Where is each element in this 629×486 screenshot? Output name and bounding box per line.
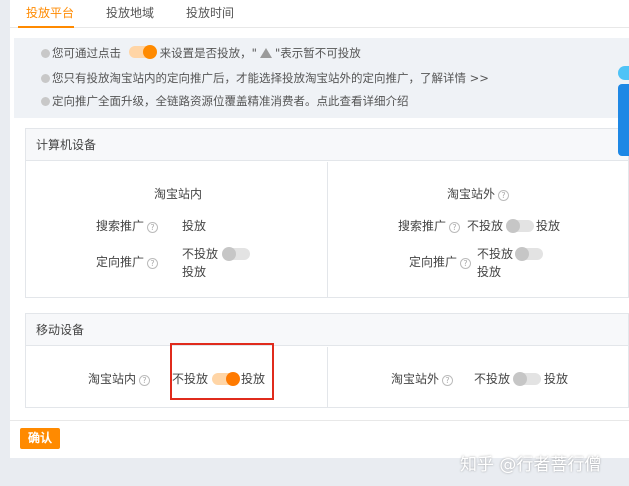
outside-target-on-label: 投放 <box>477 265 502 279</box>
section-title: 计算机设备 <box>26 129 628 161</box>
mobile-outside-off-label: 不投放 <box>474 372 511 386</box>
tab-bar: 投放平台 投放地域 投放时间 <box>10 0 629 28</box>
section-title: 移动设备 <box>26 314 628 346</box>
bullet-icon <box>41 74 50 83</box>
help-icon[interactable]: ? <box>147 222 159 233</box>
help-icon[interactable]: ? <box>460 258 472 269</box>
outside-target-label: 定向推广? <box>409 253 472 270</box>
inside-target-toggle[interactable] <box>222 247 250 261</box>
inside-column-title: 淘宝站内 <box>154 187 203 201</box>
help-icon[interactable]: ? <box>139 375 151 386</box>
notice-text: 您只有投放淘宝站内的定向推广后，才能选择投放淘宝站外的定向推广， <box>52 71 420 85</box>
inside-target-on-label: 投放 <box>182 265 207 279</box>
bullet-icon <box>41 97 50 106</box>
column-divider <box>327 347 328 408</box>
notice-line-1: 您可通过点击 来设置是否投放，" "表示暂不可投放 <box>41 44 361 62</box>
outside-search-on-label: 投放 <box>536 219 561 233</box>
outside-target-off-label: 不投放 <box>477 247 514 261</box>
side-widget-tab[interactable] <box>618 84 629 156</box>
mobile-outside-label: 淘宝站外? <box>391 370 454 387</box>
outside-target-toggle[interactable] <box>515 247 543 261</box>
tab-time[interactable]: 投放时间 <box>186 4 234 21</box>
active-tab-indicator <box>18 26 74 28</box>
help-icon[interactable]: ? <box>449 222 461 233</box>
mobile-devices-section: 移动设备 淘宝站内? 不投放 投放 淘宝站外? 不投放 投放 <box>25 313 629 408</box>
sample-toggle-icon <box>128 45 157 59</box>
side-widget-icon[interactable] <box>618 66 629 80</box>
outside-column-title: 淘宝站外? <box>447 185 510 202</box>
mobile-inside-label: 淘宝站内? <box>88 370 151 387</box>
footer-divider <box>10 420 629 421</box>
bullet-icon <box>41 49 50 58</box>
notice-text: 来设置是否投放，" <box>159 46 257 60</box>
notice-line-3[interactable]: 定向推广全面升级，全链路资源位覆盖精准消费者。点此查看详细介绍 <box>41 92 409 110</box>
learn-more-link[interactable]: 了解详情 >> <box>420 71 489 85</box>
help-icon[interactable]: ? <box>147 258 159 269</box>
notice-text: 您可通过点击 <box>52 46 121 60</box>
upgrade-intro-link[interactable]: 定向推广全面升级，全链路资源位覆盖精准消费者。点此查看详细介绍 <box>52 94 409 108</box>
mobile-outside-toggle[interactable] <box>513 372 541 386</box>
search-promo-label: 搜索推广? <box>96 217 159 234</box>
inside-search-value: 投放 <box>182 219 207 233</box>
tab-platform[interactable]: 投放平台 <box>26 4 74 21</box>
inside-target-off-label: 不投放 <box>182 247 219 261</box>
help-icon[interactable]: ? <box>442 375 454 386</box>
settings-card: 投放平台 投放地域 投放时间 您可通过点击 来设置是否投放，" "表示暂不可投放 … <box>10 0 629 458</box>
outside-search-toggle[interactable] <box>506 219 534 233</box>
watermark: 知乎 @行者菩行僧 <box>460 455 602 475</box>
target-promo-label: 定向推广? <box>96 253 159 270</box>
notice-panel: 您可通过点击 来设置是否投放，" "表示暂不可投放 您只有投放淘宝站内的定向推广后… <box>14 38 629 118</box>
warning-triangle-icon <box>259 48 272 58</box>
notice-line-2: 您只有投放淘宝站内的定向推广后，才能选择投放淘宝站外的定向推广，了解详情 >> <box>41 69 489 87</box>
notice-text: "表示暂不可投放 <box>274 46 361 60</box>
outside-search-label: 搜索推广? <box>398 217 461 234</box>
help-icon[interactable]: ? <box>498 190 510 201</box>
computer-devices-section: 计算机设备 淘宝站内 搜索推广? 投放 定向推广? 不投放 投放 淘宝站外? 搜… <box>25 128 629 298</box>
highlight-box <box>170 343 274 400</box>
outside-search-off-label: 不投放 <box>467 219 504 233</box>
mobile-outside-on-label: 投放 <box>544 372 569 386</box>
confirm-button[interactable]: 确认 <box>20 428 60 449</box>
tab-region[interactable]: 投放地域 <box>106 4 154 21</box>
column-divider <box>327 162 328 298</box>
